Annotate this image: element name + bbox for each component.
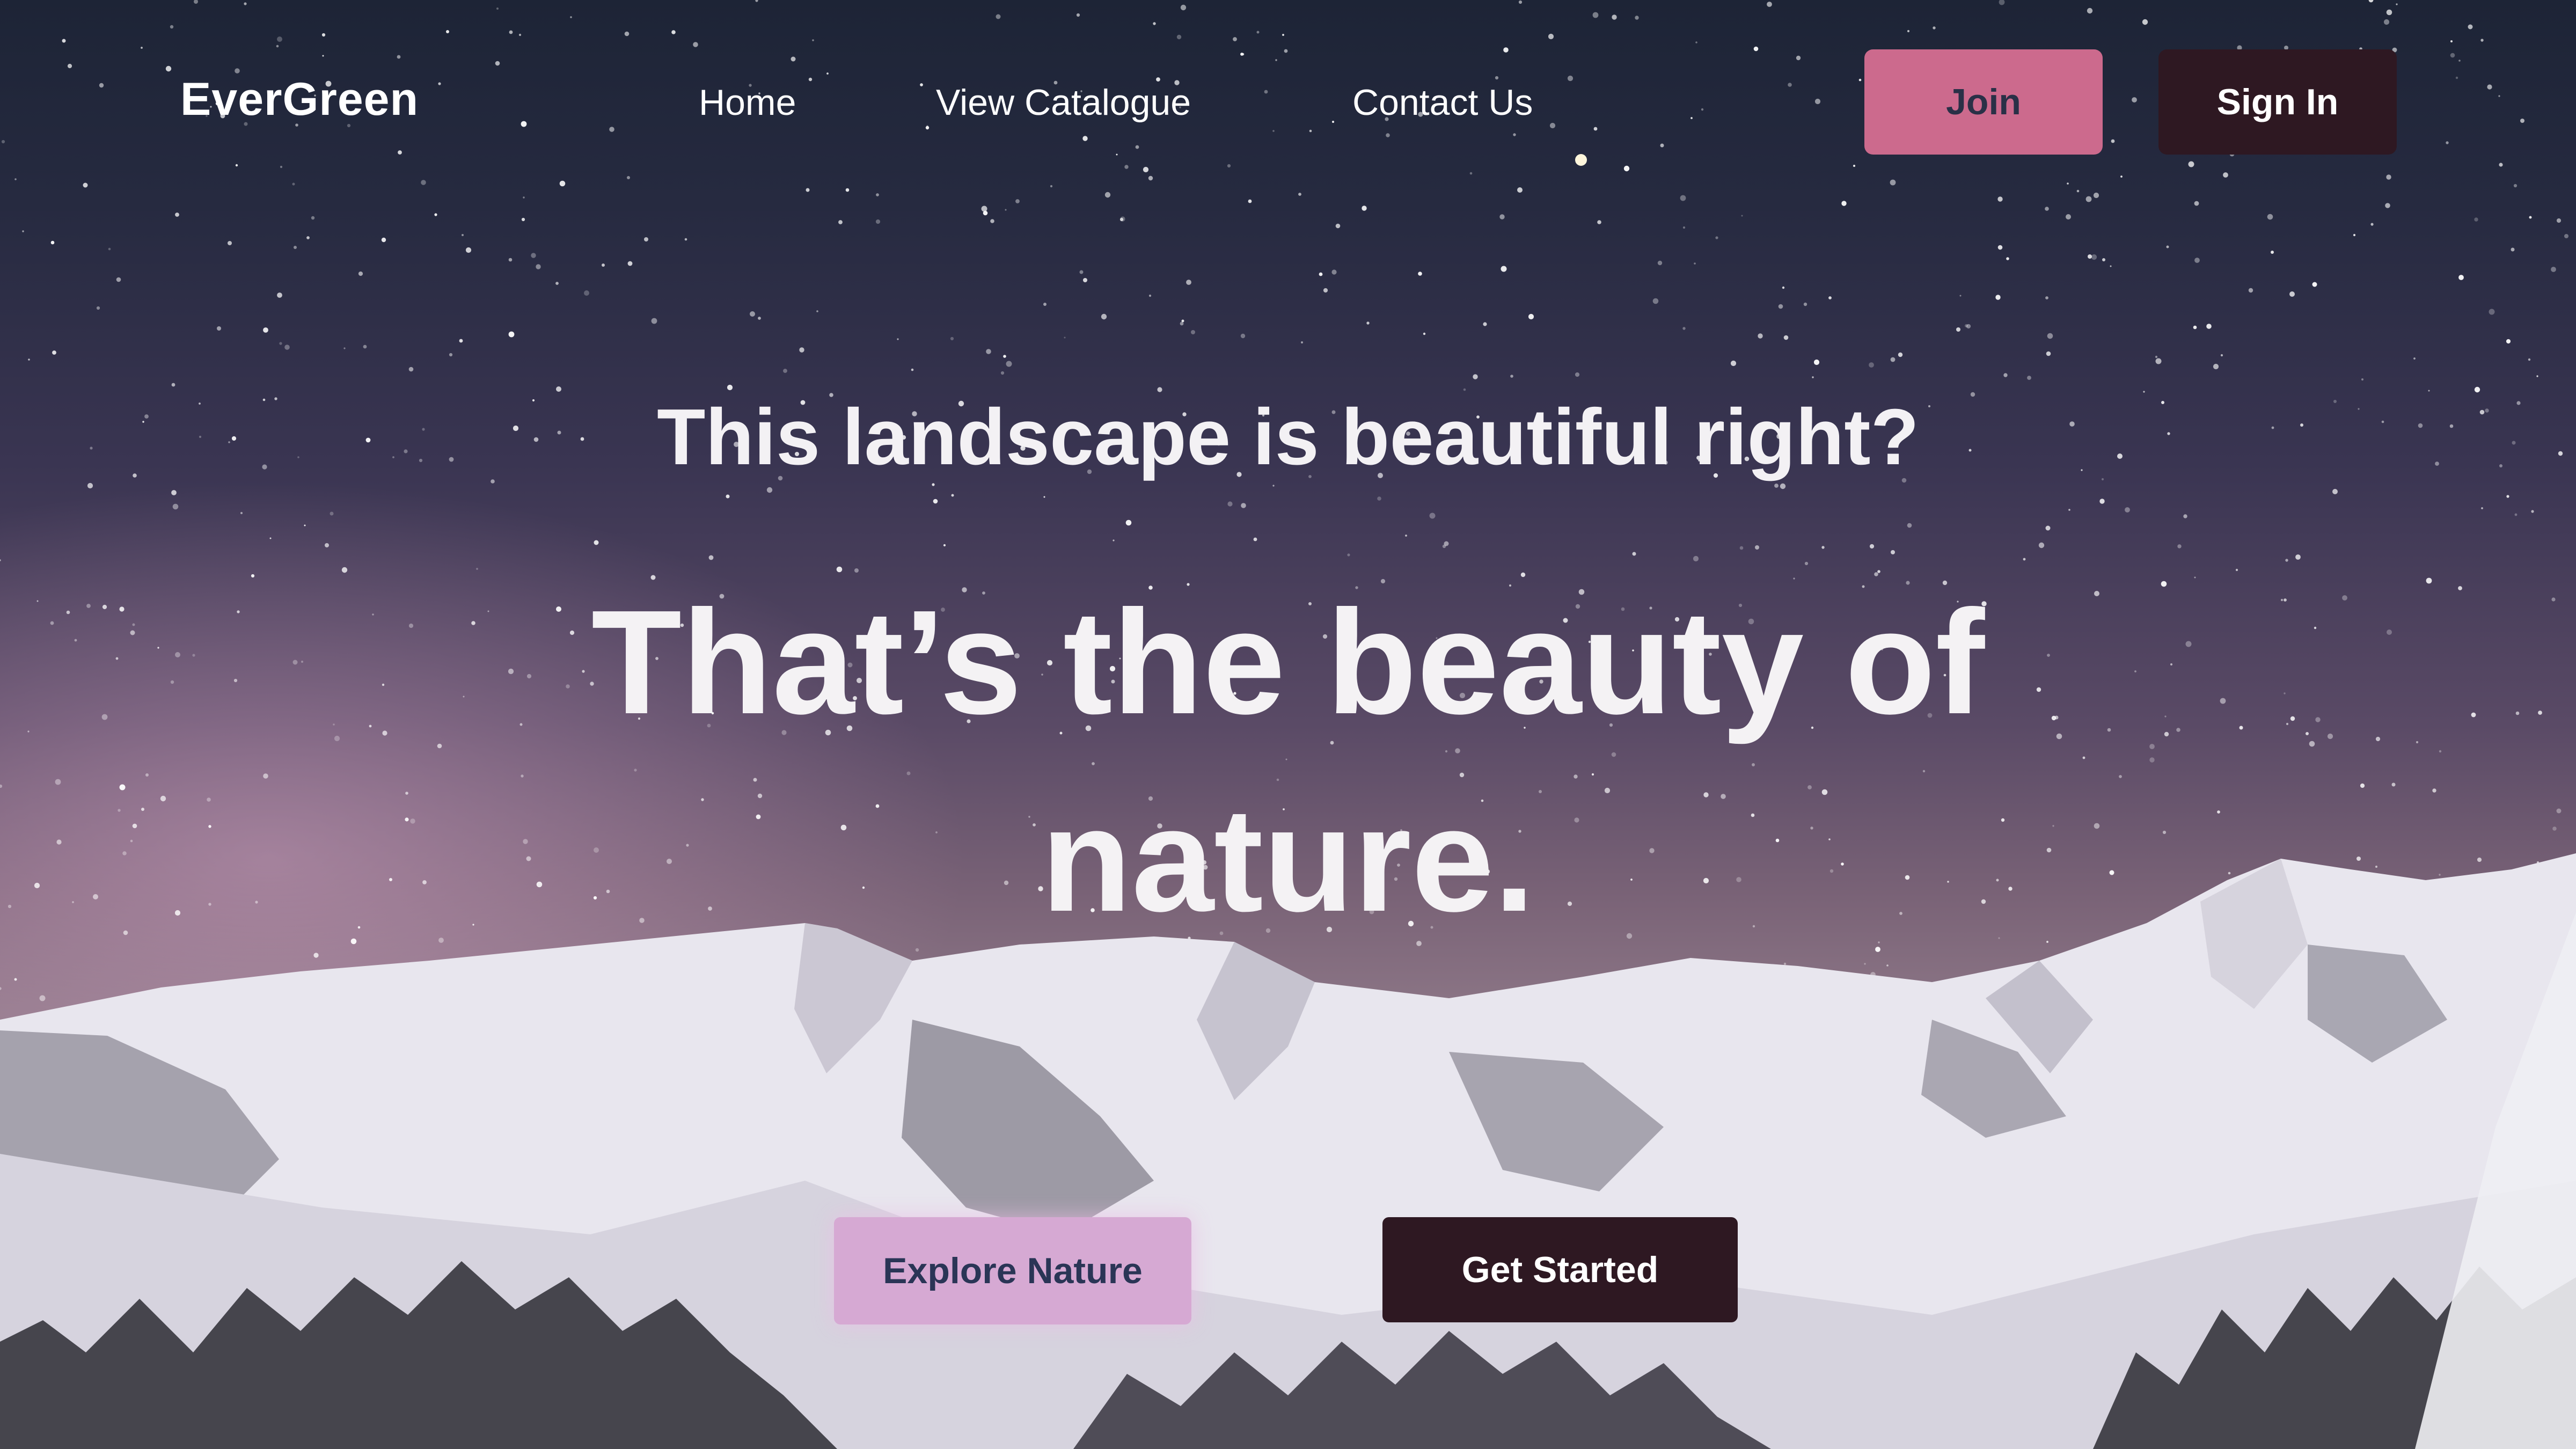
nav-link-contact-us[interactable]: Contact Us xyxy=(1352,82,1533,123)
nav-link-home[interactable]: Home xyxy=(699,82,796,123)
explore-nature-button[interactable]: Explore Nature xyxy=(834,1217,1191,1324)
brand-logo[interactable]: EverGreen xyxy=(180,73,419,126)
nav-link-view-catalogue[interactable]: View Catalogue xyxy=(936,82,1191,123)
join-button[interactable]: Join xyxy=(1864,49,2103,155)
get-started-button[interactable]: Get Started xyxy=(1382,1217,1738,1322)
hero-kicker: This landscape is beautiful right? xyxy=(657,393,1919,481)
sign-in-button[interactable]: Sign In xyxy=(2158,49,2397,155)
hero-headline: That’s the beauty of nature. xyxy=(591,580,1985,942)
